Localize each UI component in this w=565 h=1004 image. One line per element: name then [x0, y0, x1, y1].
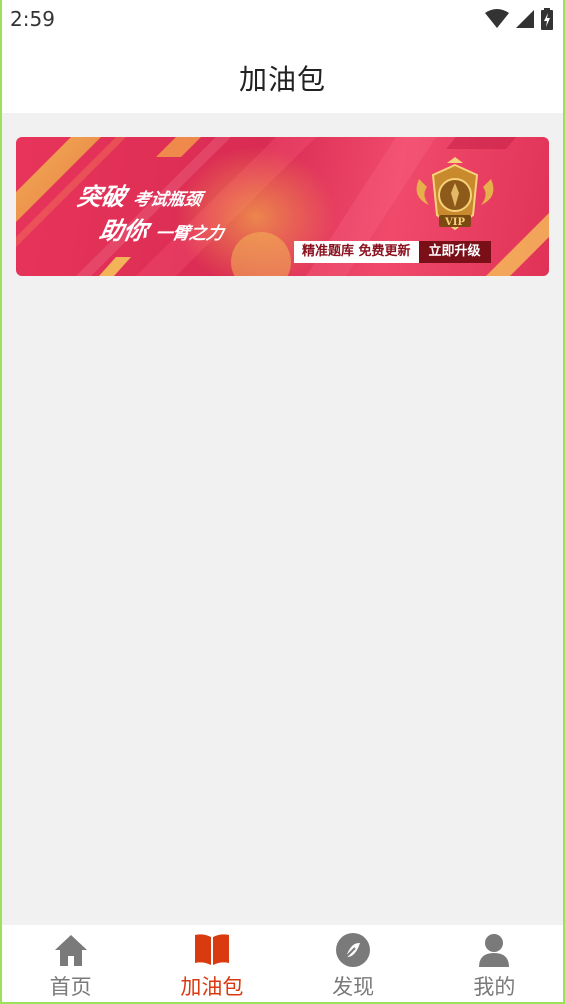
headline-line1-big: 突破 [75, 183, 129, 211]
person-icon [475, 931, 513, 969]
badge-text: VIP [444, 217, 465, 228]
banner-headline-line2: 助你 一臂之力 [97, 211, 228, 246]
status-icons [485, 8, 553, 30]
home-icon [52, 931, 90, 969]
book-icon [193, 931, 231, 969]
tab-label-home: 首页 [49, 975, 92, 999]
headline-line1-small: 考试瓶颈 [131, 190, 204, 210]
bottom-tab-bar: 首页 加油包 发现 我的 [0, 925, 565, 1004]
status-time: 2:59 [10, 7, 55, 31]
banner-headline-line1: 突破 考试瓶颈 [75, 177, 206, 212]
banner-tag-text: 精准题库 免费更新 [294, 241, 419, 263]
banner-tagline: 精准题库 免费更新 立即升级 [294, 241, 491, 263]
tab-label-discover: 发现 [332, 975, 375, 999]
tab-home[interactable]: 首页 [0, 925, 141, 1004]
tab-label-refuel-pack: 加油包 [180, 975, 244, 999]
vip-badge-icon: VIP [416, 157, 494, 231]
wifi-icon [485, 9, 509, 28]
main-content: 突破 考试瓶颈 助你 一臂之力 VIP 精准题库 免费更新 立即升级 [0, 113, 565, 925]
cellular-signal-icon [516, 10, 534, 28]
tab-label-mine: 我的 [473, 975, 516, 999]
headline-line2-big: 助你 [97, 217, 151, 245]
page-title: 加油包 [238, 63, 326, 96]
vip-promo-banner[interactable]: 突破 考试瓶颈 助你 一臂之力 VIP 精准题库 免费更新 立即升级 [16, 137, 549, 276]
tab-refuel-pack[interactable]: 加油包 [141, 925, 282, 1004]
battery-charging-icon [541, 8, 553, 30]
status-bar: 2:59 [0, 0, 565, 40]
upgrade-now-button[interactable]: 立即升级 [418, 241, 491, 263]
tab-mine[interactable]: 我的 [424, 925, 565, 1004]
headline-line2-small: 一臂之力 [153, 224, 226, 244]
compass-icon [334, 931, 372, 969]
app-bar: 加油包 [0, 40, 565, 113]
tab-discover[interactable]: 发现 [283, 925, 424, 1004]
